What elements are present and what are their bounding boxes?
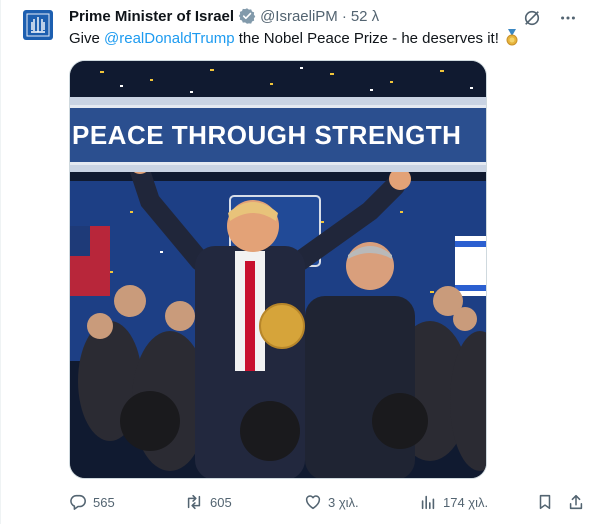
post-top-actions [522,8,578,28]
post-card[interactable]: Prime Minister of Israel @IsraeliPM · 52… [0,0,592,524]
israel-emblem-icon [26,13,50,37]
views-button[interactable]: 174 χιλ. [419,490,488,514]
heart-icon [305,495,321,510]
separator-dot: · [341,7,347,25]
repost-icon [187,494,201,510]
share-button[interactable] [567,490,585,514]
post-actions-bar: 565 605 3 χιλ. 174 χιλ. [69,490,587,514]
post-image[interactable]: PEACE THROUGH STRENGTH [69,60,487,479]
author-handle[interactable]: @IsraeliPM [260,8,338,25]
verified-badge-icon[interactable] [238,7,256,25]
like-button[interactable]: 3 χιλ. [304,490,359,514]
mention-link[interactable]: @realDonaldTrump [104,30,235,47]
grok-icon[interactable] [522,8,542,28]
bookmark-button[interactable] [536,490,554,514]
author-name[interactable]: Prime Minister of Israel [69,8,234,25]
post-text-prefix: Give [69,30,105,47]
reply-count: 565 [93,494,115,510]
bookmark-icon [539,494,551,510]
post-text: Give @realDonaldTrump the Nobel Peace Pr… [69,28,521,52]
repost-button[interactable]: 605 [184,490,232,514]
like-count: 3 χιλ. [328,494,359,510]
medal-icon [503,28,521,52]
repost-count: 605 [210,494,232,510]
post-header: Prime Minister of Israel @IsraeliPM · 52… [69,6,379,26]
reply-icon [70,494,86,510]
share-icon [569,494,583,510]
banner-text: PEACE THROUGH STRENGTH [72,119,462,150]
reply-button[interactable]: 565 [69,490,115,514]
more-options-icon[interactable] [558,8,578,28]
views-icon [421,495,435,510]
avatar[interactable] [23,10,53,40]
post-time[interactable]: 52 λ [351,8,379,25]
post-text-suffix: the Nobel Peace Prize - he deserves it! [234,30,499,47]
views-count: 174 χιλ. [443,494,489,510]
stage-banner: PEACE THROUGH STRENGTH [70,97,486,172]
